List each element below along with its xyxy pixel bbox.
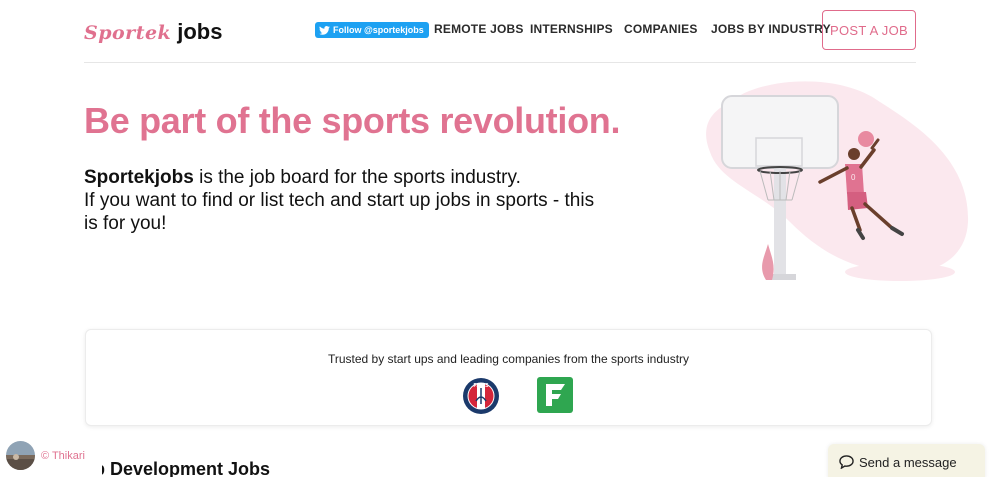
trusted-companies-card: Trusted by start ups and leading compani… bbox=[85, 329, 932, 426]
jersey-number: 0 bbox=[851, 173, 856, 182]
send-message-button[interactable]: Send a message bbox=[828, 444, 985, 477]
hero-title: Be part of the sports revolution. bbox=[84, 100, 621, 141]
hero-line-1: is the job board for the sports industry… bbox=[193, 167, 521, 188]
green-partner-logo[interactable] bbox=[537, 377, 573, 413]
photo-credit[interactable]: © Thikari bbox=[6, 441, 85, 470]
trusted-companies-text: Trusted by start ups and leading compani… bbox=[327, 352, 690, 366]
hero-brand-name: Sportekjobs bbox=[84, 167, 194, 188]
twitter-follow-label: Follow @sportekjobs bbox=[333, 25, 424, 35]
twitter-follow-button[interactable]: Follow @sportekjobs bbox=[315, 22, 429, 38]
jobs-section-title: eb Development Jobs bbox=[84, 459, 271, 477]
hero-description: Sportekjobs is the job board for the spo… bbox=[84, 166, 604, 235]
psg-logo[interactable]: PARIS bbox=[462, 377, 500, 415]
twitter-bird-icon bbox=[319, 25, 330, 35]
nav-companies[interactable]: COMPANIES bbox=[624, 22, 698, 36]
site-logo[interactable]: Sportek jobs bbox=[84, 19, 222, 49]
header-divider bbox=[84, 62, 916, 63]
logo-brand-text: Sportek bbox=[84, 22, 172, 44]
nav-internships[interactable]: INTERNSHIPS bbox=[530, 22, 613, 36]
avatar bbox=[6, 441, 35, 470]
credit-text: © Thikari bbox=[41, 449, 85, 462]
psg-logo-text: PARIS bbox=[474, 383, 490, 389]
basketball-player-illustration: 0 bbox=[706, 81, 969, 281]
hero-line-2: If you want to find or list tech and sta… bbox=[84, 190, 595, 234]
send-message-label: Send a message bbox=[859, 454, 957, 470]
post-a-job-button[interactable]: POST A JOB bbox=[822, 10, 916, 50]
logo-jobs-text: jobs bbox=[177, 19, 223, 44]
chat-bubble-icon bbox=[839, 455, 854, 469]
nav-jobs-by-industry[interactable]: JOBS BY INDUSTRY bbox=[711, 22, 831, 36]
nav-remote-jobs[interactable]: REMOTE JOBS bbox=[434, 22, 524, 36]
